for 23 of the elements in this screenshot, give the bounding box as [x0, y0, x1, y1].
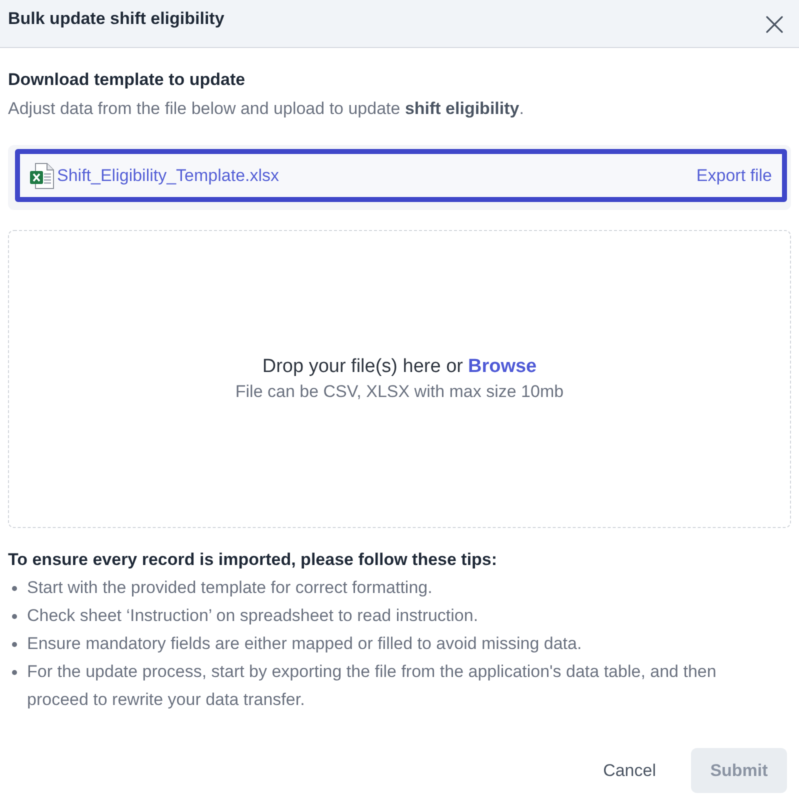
- tips-heading: To ensure every record is imported, please follow these tips:: [8, 549, 498, 571]
- drop-prompt: Drop your file(s) here or: [262, 355, 463, 379]
- file-type-hint: File can be CSV, XLSX with max size 10mb: [235, 381, 564, 403]
- cancel-button[interactable]: Cancel: [587, 748, 672, 793]
- file-dropzone[interactable]: Drop your file(s) here or Browse File can be CSV, XLSX with max size 10mb: [8, 230, 791, 528]
- file-name-link[interactable]: Shift_Eligibility_Template.xlsx: [57, 164, 280, 186]
- tip-text: Ensure mandatory fields are either mapped or filled to avoid missing data.: [27, 633, 582, 655]
- dialog-title: Bulk update shift eligibility: [8, 8, 224, 30]
- section-heading: Download template to update: [8, 69, 246, 91]
- tip-text: For the update process, start by exporting the file from the application's data table, and then proceed to rewrite your data transfer.: [27, 661, 718, 711]
- bullet-icon: [12, 670, 17, 674]
- browse-link[interactable]: Browse: [468, 355, 537, 379]
- close-icon: [766, 16, 782, 32]
- bullet-icon: [12, 614, 17, 618]
- export-file-link[interactable]: Export file: [696, 164, 772, 186]
- file-row[interactable]: Shift_Eligibility_Template.xlsx Export file: [15, 149, 787, 202]
- section-description: Adjust data from the file below and upload to update shift eligibility.: [8, 98, 525, 120]
- tip-text: Start with the provided template for correct formatting.: [27, 577, 432, 599]
- spreadsheet-file-icon: [30, 162, 54, 188]
- bullet-icon: [12, 586, 17, 590]
- close-button[interactable]: [765, 15, 783, 33]
- tip-text: Check sheet ‘Instruction’ on spreadsheet to read instruction.: [27, 605, 478, 627]
- bullet-icon: [12, 642, 17, 646]
